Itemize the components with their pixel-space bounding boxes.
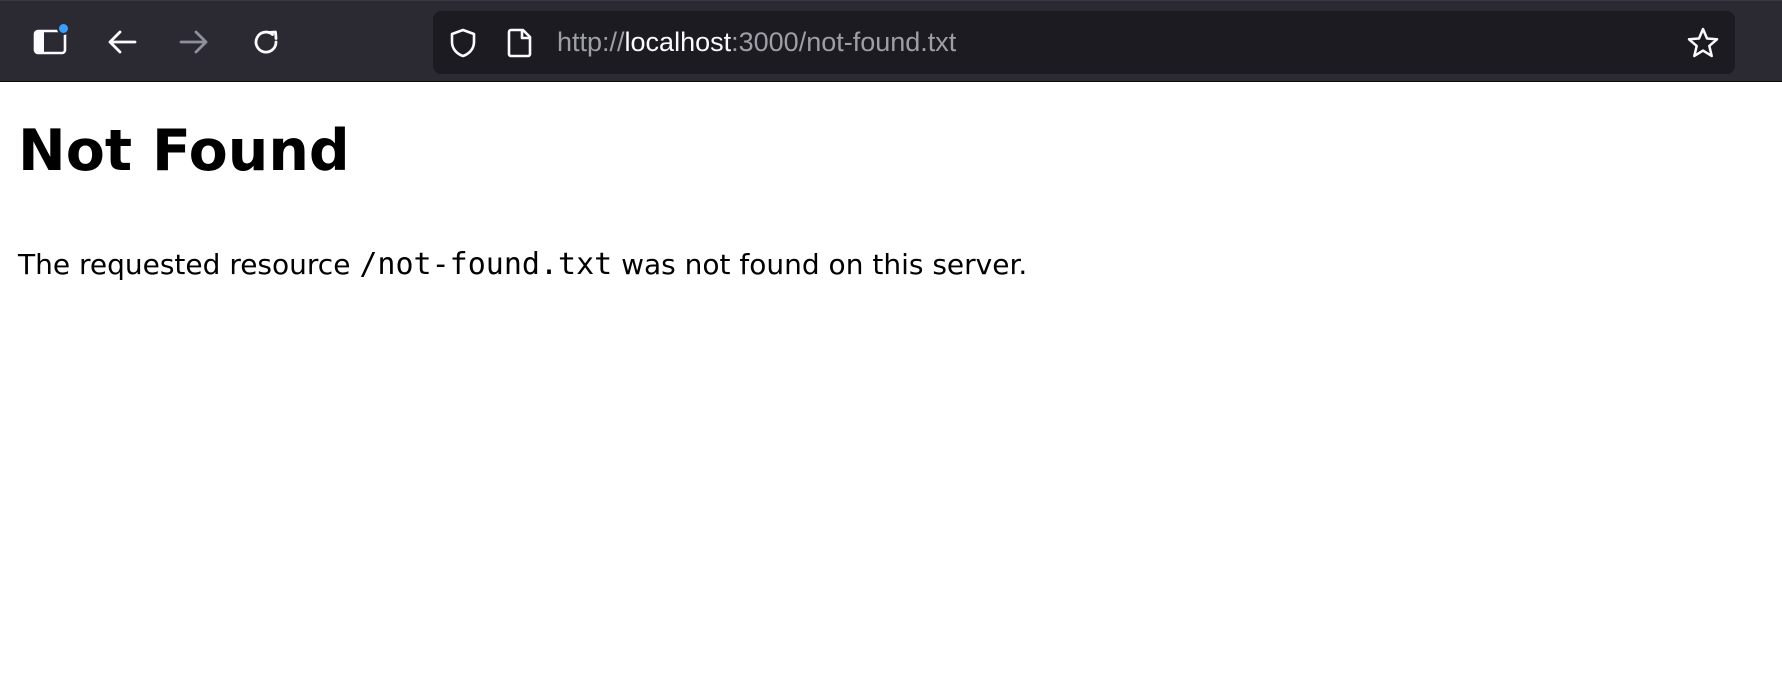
shield-icon[interactable] (447, 27, 479, 59)
page-content: Not Found The requested resource /not-fo… (0, 83, 1782, 692)
page-title: Not Found (18, 118, 350, 184)
reload-button[interactable] (242, 18, 290, 66)
address-bar[interactable]: http://localhost:3000/not-found.txt (433, 11, 1735, 74)
forward-button[interactable] (170, 18, 218, 66)
browser-toolbar: http://localhost:3000/not-found.txt (0, 0, 1782, 82)
back-button[interactable] (98, 18, 146, 66)
message-prefix: The requested resource (18, 248, 360, 281)
arrow-right-icon (179, 30, 208, 54)
sidebar-toggle-button[interactable] (26, 18, 74, 66)
star-icon[interactable] (1685, 25, 1721, 61)
reload-icon (254, 30, 278, 54)
url-host: localhost (624, 27, 732, 57)
browser-window: http://localhost:3000/not-found.txt Not … (0, 0, 1782, 692)
url-path: :3000/not-found.txt (731, 27, 957, 57)
notification-dot (57, 22, 70, 35)
resource-path: /not-found.txt (359, 247, 613, 282)
message-suffix: was not found on this server. (612, 248, 1028, 281)
url-field[interactable]: http://localhost:3000/not-found.txt (557, 11, 956, 74)
page-icon[interactable] (505, 27, 535, 59)
url-scheme: http:// (557, 27, 625, 57)
toolbar-divider (0, 0, 1782, 1)
arrow-left-icon (108, 30, 137, 54)
error-message: The requested resource /not-found.txt wa… (18, 247, 1027, 283)
